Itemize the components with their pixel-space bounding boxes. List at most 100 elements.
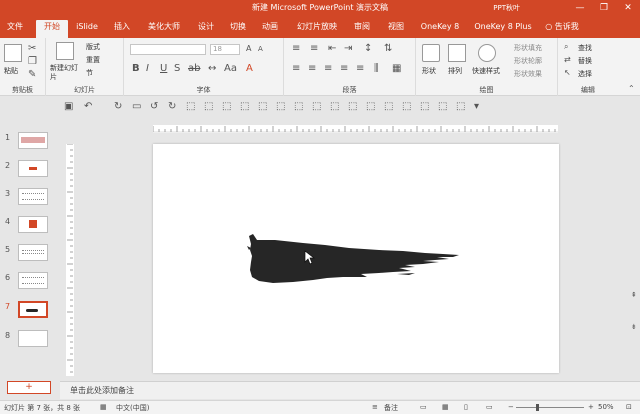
text-direction-icon[interactable]: ⇅ xyxy=(384,44,392,54)
save-icon[interactable]: ▣ xyxy=(64,102,73,112)
minimize-button[interactable]: — xyxy=(568,0,592,16)
quick-styles-label[interactable]: 快速样式 xyxy=(472,66,500,76)
vertical-scrollbar[interactable]: ⇞ ⇟ xyxy=(629,117,640,380)
bullets-icon[interactable]: ≡ xyxy=(292,44,300,54)
tool-icon-i[interactable]: ⬚ xyxy=(330,102,339,112)
line-spacing-icon[interactable]: ↕ xyxy=(364,44,372,54)
slide-sorter-icon[interactable]: ▦ xyxy=(442,403,449,411)
tab-meihua[interactable]: 美化大师 xyxy=(142,20,186,38)
slide-thumbnail-1[interactable] xyxy=(18,132,48,149)
slide-thumbnail-3[interactable] xyxy=(18,188,48,205)
tab-islide[interactable]: iSlide xyxy=(72,20,102,38)
align-center-icon[interactable]: ≡ xyxy=(308,64,316,74)
font-color-icon[interactable]: A xyxy=(246,64,253,74)
paste-icon[interactable] xyxy=(4,44,22,62)
align-left-icon[interactable]: ≡ xyxy=(292,64,300,74)
tool-icon-p[interactable]: ⬚ xyxy=(456,102,465,112)
slide-thumbnail-8[interactable] xyxy=(18,330,48,347)
fit-slide-icon[interactable]: ⊡ xyxy=(626,403,632,411)
arrange-icon[interactable] xyxy=(448,44,466,62)
undo-2-icon[interactable]: ↺ xyxy=(150,102,158,112)
tool-icon-m[interactable]: ⬚ xyxy=(402,102,411,112)
tool-icon-j[interactable]: ⬚ xyxy=(348,102,357,112)
strikethrough-icon[interactable]: ab xyxy=(188,64,200,74)
spell-check-icon[interactable]: ▦ xyxy=(100,403,107,411)
shapes-label[interactable]: 形状 xyxy=(422,66,436,76)
notes-pane[interactable]: 单击此处添加备注 xyxy=(60,381,640,399)
columns-icon[interactable]: ⫼ xyxy=(374,64,379,74)
tool-icon-g[interactable]: ⬚ xyxy=(294,102,303,112)
tool-icon-b[interactable]: ⬚ xyxy=(204,102,213,112)
change-case-icon[interactable]: Aa xyxy=(224,64,237,74)
tab-view[interactable]: 视图 xyxy=(384,20,408,38)
tool-icon-a[interactable]: ⬚ xyxy=(186,102,195,112)
zoom-slider[interactable] xyxy=(516,404,584,411)
reading-view-icon[interactable]: ▯ xyxy=(464,403,468,411)
tab-design[interactable]: 设计 xyxy=(194,20,218,38)
zoom-slider-thumb[interactable] xyxy=(536,404,539,411)
tab-onekey8plus[interactable]: OneKey 8 Plus xyxy=(472,20,534,38)
tool-icon-k[interactable]: ⬚ xyxy=(366,102,375,112)
slide-canvas[interactable] xyxy=(153,144,559,373)
reset-button[interactable]: 重置 xyxy=(86,55,100,65)
tool-icon-c[interactable]: ⬚ xyxy=(222,102,231,112)
tab-transitions[interactable]: 切换 xyxy=(226,20,250,38)
font-size-select[interactable]: 18 xyxy=(210,44,240,55)
arrange-label[interactable]: 排列 xyxy=(448,66,462,76)
tool-icon-l[interactable]: ⬚ xyxy=(384,102,393,112)
quick-styles-icon[interactable] xyxy=(478,44,496,62)
distributed-icon[interactable]: ≡ xyxy=(356,64,364,74)
numbering-icon[interactable]: ≡ xyxy=(310,44,318,54)
cut-icon[interactable]: ✂ xyxy=(28,44,36,54)
format-painter-icon[interactable]: ✎ xyxy=(28,70,36,80)
tab-home[interactable]: 开始 xyxy=(36,20,68,38)
slide-thumbnail-2[interactable] xyxy=(18,160,48,177)
brush-stroke-shape[interactable] xyxy=(153,144,559,373)
shape-effects-button[interactable]: 形状效果 xyxy=(514,69,542,79)
slide-thumbnail-6[interactable] xyxy=(18,272,48,289)
language-status[interactable]: 中文(中国) xyxy=(116,403,149,413)
tool-icon-n[interactable]: ⬚ xyxy=(420,102,429,112)
new-slide-label[interactable]: 新建幻灯片 xyxy=(50,64,80,82)
align-right-icon[interactable]: ≡ xyxy=(324,64,332,74)
shapes-icon[interactable] xyxy=(422,44,440,62)
tab-insert[interactable]: 插入 xyxy=(110,20,134,38)
slideshow-view-icon[interactable]: ▭ xyxy=(486,403,493,411)
find-button[interactable]: 查找 xyxy=(578,43,592,53)
slide-thumbnail-4[interactable] xyxy=(18,216,48,233)
shadow-icon[interactable]: S xyxy=(174,64,180,74)
copy-icon[interactable]: ❐ xyxy=(28,57,37,67)
restore-button[interactable]: ❐ xyxy=(592,0,616,16)
italic-icon[interactable]: I xyxy=(146,64,149,74)
scroll-up-icon[interactable]: ⇞ xyxy=(631,290,637,300)
shrink-font-icon[interactable]: A xyxy=(258,44,263,54)
tool-icon-h[interactable]: ⬚ xyxy=(312,102,321,112)
redo-icon[interactable]: ↻ xyxy=(114,102,122,112)
tab-tell-me[interactable]: ○ 告诉我 xyxy=(542,20,582,38)
normal-view-icon[interactable]: ▭ xyxy=(420,403,427,411)
increase-indent-icon[interactable]: ⇥ xyxy=(344,44,352,54)
decrease-indent-icon[interactable]: ⇤ xyxy=(328,44,336,54)
shape-outline-button[interactable]: 形状轮廓 xyxy=(514,56,542,66)
customize-qat-icon[interactable]: ▾ xyxy=(474,102,479,112)
tab-review[interactable]: 审阅 xyxy=(350,20,374,38)
tool-icon-d[interactable]: ⬚ xyxy=(240,102,249,112)
tab-animations[interactable]: 动画 xyxy=(258,20,282,38)
close-button[interactable]: ✕ xyxy=(616,0,640,16)
char-spacing-icon[interactable]: ↔ xyxy=(208,64,216,74)
shape-fill-button[interactable]: 形状填充 xyxy=(514,43,542,53)
zoom-out-button[interactable]: − xyxy=(508,403,514,411)
tool-icon-o[interactable]: ⬚ xyxy=(438,102,447,112)
tool-icon-e[interactable]: ⬚ xyxy=(258,102,267,112)
tab-slideshow[interactable]: 幻灯片放映 xyxy=(292,20,342,38)
zoom-level[interactable]: 50% xyxy=(598,403,614,411)
underline-icon[interactable]: U xyxy=(160,64,167,74)
smartart-icon[interactable]: ▦ xyxy=(392,64,401,74)
tab-file[interactable]: 文件 xyxy=(4,20,26,38)
grow-font-icon[interactable]: A xyxy=(246,44,251,54)
tab-onekey8[interactable]: OneKey 8 xyxy=(418,20,462,38)
undo-icon[interactable]: ↶ xyxy=(84,102,92,112)
notes-toggle-button[interactable]: 备注 xyxy=(384,403,398,413)
collapse-ribbon-icon[interactable]: ⌃ xyxy=(628,84,635,94)
layout-button[interactable]: 版式 xyxy=(86,42,100,52)
